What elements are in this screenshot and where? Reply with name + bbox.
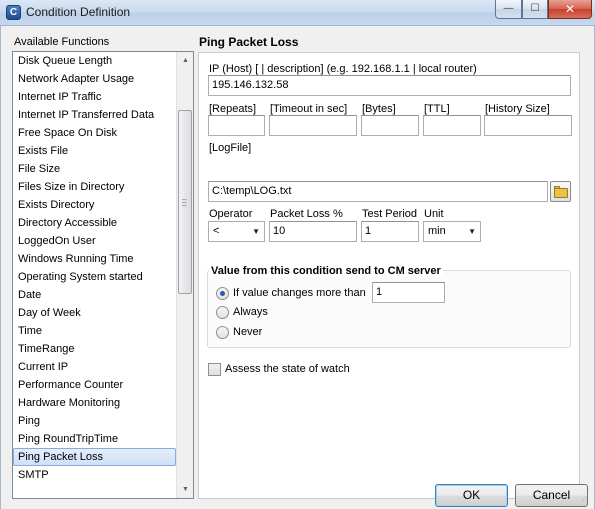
host-label: IP (Host) [ | description] (e.g. 192.168…	[209, 63, 477, 75]
radio-never[interactable]	[216, 326, 229, 339]
grip-icon: – – –	[182, 195, 187, 210]
chevron-down-icon: ▼	[468, 227, 476, 236]
list-item[interactable]: LoggedOn User	[13, 232, 176, 250]
history-size-label: [History Size]	[485, 103, 550, 115]
ttl-input[interactable]	[423, 115, 481, 136]
history-size-input[interactable]	[484, 115, 572, 136]
unit-value: min	[428, 225, 446, 237]
list-item[interactable]: Hardware Monitoring	[13, 394, 176, 412]
list-item[interactable]: Free Space On Disk	[13, 124, 176, 142]
scroll-up-icon[interactable]: ▲	[177, 52, 193, 69]
list-item[interactable]: Performance Counter	[13, 376, 176, 394]
radio-if-value-changes-label[interactable]: If value changes more than	[233, 287, 366, 299]
condition-title: Ping Packet Loss	[199, 35, 299, 49]
assess-state-checkbox[interactable]	[208, 363, 221, 376]
unit-select[interactable]: min ▼	[423, 221, 481, 242]
bytes-input[interactable]	[361, 115, 419, 136]
list-item[interactable]: File Size	[13, 160, 176, 178]
operator-select[interactable]: < ▼	[208, 221, 265, 242]
list-item[interactable]: Internet IP Transferred Data	[13, 106, 176, 124]
list-item[interactable]: Ping RoundTripTime	[13, 430, 176, 448]
assess-state-label[interactable]: Assess the state of watch	[225, 363, 350, 375]
app-icon: C	[6, 5, 21, 20]
repeats-label: [Repeats]	[209, 103, 257, 115]
list-item[interactable]: Internet IP Traffic	[13, 88, 176, 106]
list-item[interactable]: Date	[13, 286, 176, 304]
list-item[interactable]: SMTP	[13, 466, 176, 484]
list-item[interactable]: Day of Week	[13, 304, 176, 322]
list-item[interactable]: Windows Running Time	[13, 250, 176, 268]
list-item[interactable]: Time	[13, 322, 176, 340]
close-button[interactable]: ✕	[548, 0, 592, 19]
minimize-button[interactable]: —	[495, 0, 522, 19]
cancel-button[interactable]: Cancel	[515, 484, 588, 507]
list-item[interactable]: Ping	[13, 412, 176, 430]
condition-panel: IP (Host) [ | description] (e.g. 192.168…	[198, 52, 580, 499]
browse-button[interactable]	[550, 181, 571, 202]
logfile-input[interactable]: C:\temp\LOG.txt	[208, 181, 548, 202]
radio-if-value-changes[interactable]	[216, 287, 229, 300]
list-item[interactable]: Network Adapter Usage	[13, 70, 176, 88]
packet-loss-label: Packet Loss %	[270, 208, 343, 220]
operator-label: Operator	[209, 208, 253, 220]
scrollbar-thumb[interactable]: – – –	[178, 110, 192, 294]
window-title: Condition Definition	[26, 5, 131, 19]
list-item[interactable]: Disk Queue Length	[13, 52, 176, 70]
list-item[interactable]: Operating System started	[13, 268, 176, 286]
maximize-button[interactable]: ☐	[522, 0, 548, 19]
test-period-input[interactable]: 1	[361, 221, 419, 242]
list-item[interactable]: Directory Accessible	[13, 214, 176, 232]
packet-loss-input[interactable]: 10	[269, 221, 357, 242]
host-input[interactable]: 195.146.132.58	[208, 75, 571, 96]
list-item[interactable]: Current IP	[13, 358, 176, 376]
title-bar: C Condition Definition — ☐ ✕	[0, 0, 595, 26]
folder-icon	[554, 188, 568, 198]
radio-always-label[interactable]: Always	[233, 306, 268, 318]
logfile-label: [LogFile]	[209, 142, 252, 154]
chevron-down-icon: ▼	[252, 227, 260, 236]
list-item[interactable]: Exists File	[13, 142, 176, 160]
resize-grip-icon[interactable]: ⋰	[582, 495, 592, 507]
operator-value: <	[213, 225, 220, 237]
ttl-label: [TTL]	[424, 103, 450, 115]
functions-list[interactable]: Disk Queue Length Network Adapter Usage In…	[12, 51, 194, 499]
unit-label: Unit	[424, 208, 444, 220]
dialog-body: Available Functions Disk Queue Length Net…	[0, 26, 595, 509]
ok-button[interactable]: OK	[435, 484, 508, 507]
send-to-server-title: Value from this condition send to CM ser…	[209, 265, 443, 277]
list-item[interactable]: Exists Directory	[13, 196, 176, 214]
change-threshold-input[interactable]: 1	[372, 282, 445, 303]
list-item[interactable]: Files Size in Directory	[13, 178, 176, 196]
available-functions-label: Available Functions	[14, 36, 110, 48]
bytes-label: [Bytes]	[362, 103, 396, 115]
timeout-label: [Timeout in sec]	[270, 103, 348, 115]
list-item[interactable]: TimeRange	[13, 340, 176, 358]
radio-never-label[interactable]: Never	[233, 326, 262, 338]
test-period-label: Test Period	[362, 208, 418, 220]
scroll-down-icon[interactable]: ▼	[177, 481, 193, 498]
repeats-input[interactable]	[208, 115, 265, 136]
functions-list-items: Disk Queue Length Network Adapter Usage In…	[13, 52, 176, 484]
list-item[interactable]: Ping Packet Loss	[13, 448, 176, 466]
functions-scrollbar[interactable]: ▲ – – – ▼	[176, 52, 193, 498]
radio-always[interactable]	[216, 306, 229, 319]
timeout-input[interactable]	[269, 115, 357, 136]
